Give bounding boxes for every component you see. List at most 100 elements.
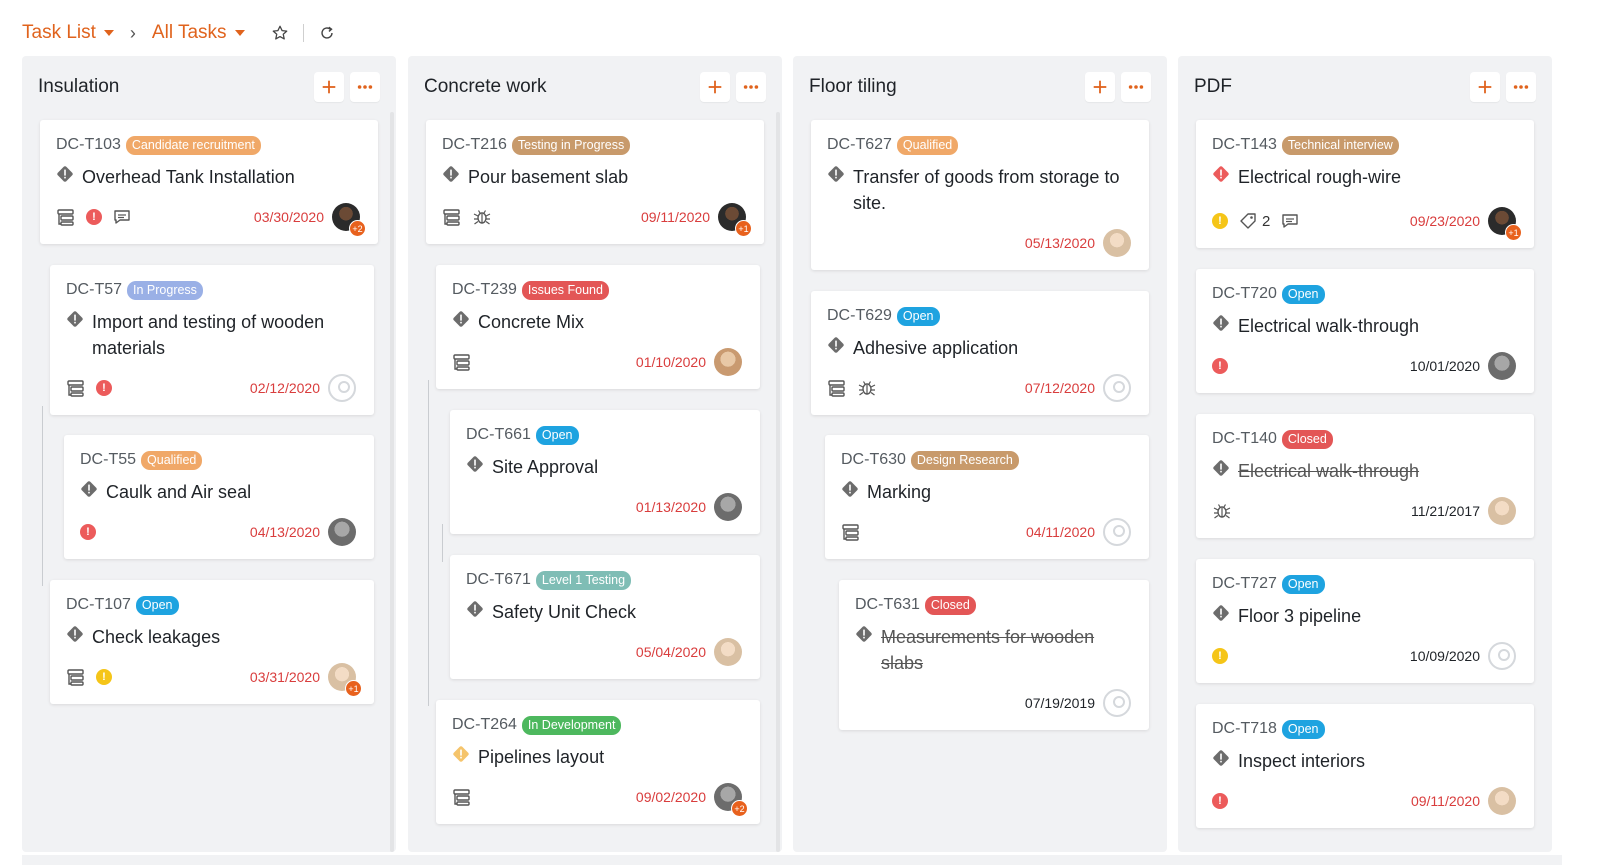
avatar[interactable]: +1: [1488, 207, 1522, 241]
task-card[interactable]: DC-T103 Candidate recruitment Overhead T…: [40, 120, 378, 244]
task-title[interactable]: Transfer of goods from storage to site.: [853, 164, 1133, 216]
task-card[interactable]: DC-T629 Open Adhesive application 07/12/…: [811, 291, 1149, 415]
task-card[interactable]: DC-T57 In Progress Import and testing of…: [50, 265, 374, 415]
task-title[interactable]: Inspect interiors: [1238, 748, 1365, 774]
task-title[interactable]: Electrical rough-wire: [1238, 164, 1401, 190]
tag-count-value: 2: [1262, 212, 1271, 230]
task-card[interactable]: DC-T216 Testing in Progress Pour basemen…: [426, 120, 764, 244]
avatar[interactable]: +1: [718, 203, 752, 237]
task-card[interactable]: DC-T55 Qualified Caulk and Air seal ! 04…: [64, 435, 374, 559]
subtask-icon[interactable]: [56, 207, 76, 227]
task-card[interactable]: DC-T720 Open Electrical walk-through ! 1…: [1196, 269, 1534, 393]
bug-icon[interactable]: [857, 378, 877, 398]
tags-count[interactable]: 2: [1238, 211, 1270, 231]
column-more-button[interactable]: [1121, 72, 1151, 102]
avatar[interactable]: [714, 638, 742, 666]
add-task-button[interactable]: [700, 72, 730, 102]
unassigned-avatar[interactable]: [1103, 518, 1131, 546]
priority-icon: [1212, 459, 1230, 477]
task-title[interactable]: Adhesive application: [853, 335, 1018, 361]
avatar[interactable]: [1103, 229, 1131, 257]
priority-icon: [466, 455, 484, 473]
priority-high-icon: !: [80, 524, 96, 540]
all-tasks-dropdown[interactable]: All Tasks: [152, 22, 245, 44]
star-icon[interactable]: [269, 22, 291, 44]
task-list-dropdown[interactable]: Task List: [22, 22, 114, 44]
status-badge: Design Research: [910, 450, 1019, 470]
task-card[interactable]: DC-T140 Closed Electrical walk-through 1…: [1196, 414, 1534, 538]
task-id: DC-T140: [1212, 430, 1277, 447]
column-more-button[interactable]: [350, 72, 380, 102]
task-id: DC-T107: [66, 596, 131, 613]
task-card[interactable]: DC-T627 Qualified Transfer of goods from…: [811, 120, 1149, 270]
unassigned-avatar[interactable]: [1103, 374, 1131, 402]
task-title[interactable]: Pipelines layout: [478, 744, 604, 770]
subtask-icon[interactable]: [66, 667, 86, 687]
avatar[interactable]: +2: [714, 783, 748, 817]
task-title[interactable]: Electrical walk-through: [1238, 313, 1419, 339]
subtask-icon[interactable]: [841, 522, 861, 542]
avatar[interactable]: [714, 493, 742, 521]
task-id: DC-T55: [80, 451, 137, 468]
status-badge: Level 1 Testing: [535, 570, 632, 590]
task-card[interactable]: DC-T727 Open Floor 3 pipeline ! 10/09/20…: [1196, 559, 1534, 683]
unassigned-avatar[interactable]: [1103, 689, 1131, 717]
task-title[interactable]: Concrete Mix: [478, 309, 584, 335]
column-title: Insulation: [38, 76, 120, 97]
column-concrete-work: Concrete work DC-T216 Testing in Progres…: [408, 56, 782, 852]
task-title[interactable]: Safety Unit Check: [492, 599, 636, 625]
task-card[interactable]: DC-T671 Level 1 Testing Safety Unit Chec…: [450, 555, 760, 679]
task-title[interactable]: Import and testing of wooden materials: [92, 309, 358, 361]
task-card[interactable]: DC-T264 In Development Pipelines layout …: [436, 700, 760, 824]
avatar[interactable]: +2: [332, 203, 366, 237]
task-title[interactable]: Pour basement slab: [468, 164, 628, 190]
priority-icon: [827, 165, 845, 183]
unassigned-avatar[interactable]: [1488, 642, 1516, 670]
subtask-icon[interactable]: [452, 787, 472, 807]
task-title[interactable]: Measurements for wooden slabs: [881, 624, 1133, 676]
scrollbar[interactable]: [390, 112, 394, 852]
avatar[interactable]: [714, 348, 742, 376]
plus-icon: [1476, 78, 1494, 96]
subtask-icon[interactable]: [827, 378, 847, 398]
bug-icon[interactable]: [1212, 501, 1232, 521]
subtask-icon[interactable]: [66, 378, 86, 398]
task-card[interactable]: DC-T630 Design Research Marking 04/11/20…: [825, 435, 1149, 559]
add-task-button[interactable]: [1085, 72, 1115, 102]
task-id: DC-T264: [452, 716, 517, 733]
subtask-icon[interactable]: [442, 207, 462, 227]
task-title[interactable]: Floor 3 pipeline: [1238, 603, 1361, 629]
task-id: DC-T239: [452, 281, 517, 298]
task-title[interactable]: Electrical walk-through: [1238, 458, 1419, 484]
avatar[interactable]: +1: [328, 663, 362, 697]
subtask-icon[interactable]: [452, 352, 472, 372]
task-card[interactable]: DC-T107 Open Check leakages ! 03/31/2020…: [50, 580, 374, 704]
add-task-button[interactable]: [1470, 72, 1500, 102]
task-title[interactable]: Overhead Tank Installation: [82, 164, 295, 190]
column-more-button[interactable]: [1506, 72, 1536, 102]
bug-icon[interactable]: [472, 207, 492, 227]
priority-icon: [1212, 749, 1230, 767]
add-task-button[interactable]: [314, 72, 344, 102]
priority-medium-icon: !: [96, 669, 112, 685]
comment-icon[interactable]: [1280, 211, 1300, 231]
task-title[interactable]: Check leakages: [92, 624, 220, 650]
unassigned-avatar[interactable]: [328, 374, 356, 402]
priority-high-icon: !: [1212, 358, 1228, 374]
comment-icon[interactable]: [112, 207, 132, 227]
column-more-button[interactable]: [736, 72, 766, 102]
task-card[interactable]: DC-T239 Issues Found Concrete Mix 01/10/…: [436, 265, 760, 389]
avatar[interactable]: [328, 518, 356, 546]
task-title[interactable]: Marking: [867, 479, 931, 505]
task-card[interactable]: DC-T718 Open Inspect interiors ! 09/11/2…: [1196, 704, 1534, 828]
avatar[interactable]: [1488, 352, 1516, 380]
scrollbar[interactable]: [776, 112, 780, 852]
avatar[interactable]: [1488, 497, 1516, 525]
task-title[interactable]: Caulk and Air seal: [106, 479, 251, 505]
avatar[interactable]: [1488, 787, 1516, 815]
task-card[interactable]: DC-T661 Open Site Approval 01/13/2020: [450, 410, 760, 534]
refresh-icon[interactable]: [316, 22, 338, 44]
task-card[interactable]: DC-T143 Technical interview Electrical r…: [1196, 120, 1534, 248]
task-title[interactable]: Site Approval: [492, 454, 598, 480]
task-card[interactable]: DC-T631 Closed Measurements for wooden s…: [839, 580, 1149, 730]
